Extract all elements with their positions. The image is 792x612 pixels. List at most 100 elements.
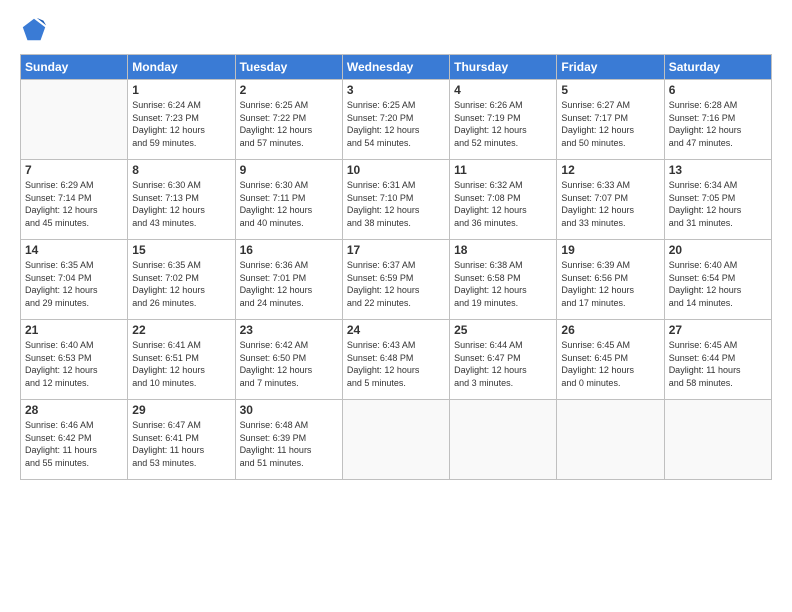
day-info: Sunrise: 6:27 AM Sunset: 7:17 PM Dayligh…: [561, 99, 659, 149]
day-number: 8: [132, 163, 230, 177]
day-number: 25: [454, 323, 552, 337]
day-info: Sunrise: 6:42 AM Sunset: 6:50 PM Dayligh…: [240, 339, 338, 389]
day-info: Sunrise: 6:35 AM Sunset: 7:02 PM Dayligh…: [132, 259, 230, 309]
day-info: Sunrise: 6:40 AM Sunset: 6:53 PM Dayligh…: [25, 339, 123, 389]
calendar-cell: 11 Sunrise: 6:32 AM Sunset: 7:08 PM Dayli…: [450, 160, 557, 240]
day-number: 24: [347, 323, 445, 337]
calendar-cell: 30 Sunrise: 6:48 AM Sunset: 6:39 PM Dayli…: [235, 400, 342, 480]
day-number: 27: [669, 323, 767, 337]
day-info: Sunrise: 6:46 AM Sunset: 6:42 PM Dayligh…: [25, 419, 123, 469]
day-number: 22: [132, 323, 230, 337]
day-info: Sunrise: 6:34 AM Sunset: 7:05 PM Dayligh…: [669, 179, 767, 229]
day-number: 11: [454, 163, 552, 177]
day-info: Sunrise: 6:37 AM Sunset: 6:59 PM Dayligh…: [347, 259, 445, 309]
day-number: 1: [132, 83, 230, 97]
calendar-cell: 18 Sunrise: 6:38 AM Sunset: 6:58 PM Dayli…: [450, 240, 557, 320]
day-info: Sunrise: 6:45 AM Sunset: 6:45 PM Dayligh…: [561, 339, 659, 389]
day-number: 3: [347, 83, 445, 97]
calendar-cell: 13 Sunrise: 6:34 AM Sunset: 7:05 PM Dayli…: [664, 160, 771, 240]
day-number: 20: [669, 243, 767, 257]
day-info: Sunrise: 6:44 AM Sunset: 6:47 PM Dayligh…: [454, 339, 552, 389]
day-number: 7: [25, 163, 123, 177]
day-info: Sunrise: 6:48 AM Sunset: 6:39 PM Dayligh…: [240, 419, 338, 469]
day-info: Sunrise: 6:30 AM Sunset: 7:11 PM Dayligh…: [240, 179, 338, 229]
day-number: 29: [132, 403, 230, 417]
day-number: 21: [25, 323, 123, 337]
day-number: 23: [240, 323, 338, 337]
calendar-header-friday: Friday: [557, 55, 664, 80]
day-number: 10: [347, 163, 445, 177]
day-number: 15: [132, 243, 230, 257]
calendar-cell: 29 Sunrise: 6:47 AM Sunset: 6:41 PM Dayli…: [128, 400, 235, 480]
calendar-cell: 4Sunrise: 6:26 AM Sunset: 7:19 PM Daylig…: [450, 80, 557, 160]
calendar-cell: 10Sunrise: 6:31 AM Sunset: 7:10 PM Dayli…: [342, 160, 449, 240]
calendar-cell: 5 Sunrise: 6:27 AM Sunset: 7:17 PM Daylig…: [557, 80, 664, 160]
calendar-header-thursday: Thursday: [450, 55, 557, 80]
calendar-cell: 25 Sunrise: 6:44 AM Sunset: 6:47 PM Dayli…: [450, 320, 557, 400]
calendar-cell: 19 Sunrise: 6:39 AM Sunset: 6:56 PM Dayli…: [557, 240, 664, 320]
calendar-cell: 28 Sunrise: 6:46 AM Sunset: 6:42 PM Dayli…: [21, 400, 128, 480]
calendar-cell: 1 Sunrise: 6:24 AM Sunset: 7:23 PM Daylig…: [128, 80, 235, 160]
day-info: Sunrise: 6:24 AM Sunset: 7:23 PM Dayligh…: [132, 99, 230, 149]
day-info: Sunrise: 6:39 AM Sunset: 6:56 PM Dayligh…: [561, 259, 659, 309]
day-info: Sunrise: 6:26 AM Sunset: 7:19 PM Dayligh…: [454, 99, 552, 149]
calendar-cell: 7 Sunrise: 6:29 AM Sunset: 7:14 PM Daylig…: [21, 160, 128, 240]
calendar-cell: 14Sunrise: 6:35 AM Sunset: 7:04 PM Dayli…: [21, 240, 128, 320]
day-number: 16: [240, 243, 338, 257]
calendar-cell: 9 Sunrise: 6:30 AM Sunset: 7:11 PM Daylig…: [235, 160, 342, 240]
day-info: Sunrise: 6:25 AM Sunset: 7:22 PM Dayligh…: [240, 99, 338, 149]
calendar-cell: 23 Sunrise: 6:42 AM Sunset: 6:50 PM Dayli…: [235, 320, 342, 400]
day-info: Sunrise: 6:43 AM Sunset: 6:48 PM Dayligh…: [347, 339, 445, 389]
day-info: Sunrise: 6:28 AM Sunset: 7:16 PM Dayligh…: [669, 99, 767, 149]
day-info: Sunrise: 6:30 AM Sunset: 7:13 PM Dayligh…: [132, 179, 230, 229]
day-number: 5: [561, 83, 659, 97]
logo: [20, 16, 52, 44]
calendar-cell: 15 Sunrise: 6:35 AM Sunset: 7:02 PM Dayli…: [128, 240, 235, 320]
day-number: 19: [561, 243, 659, 257]
calendar-cell: [342, 400, 449, 480]
calendar-cell: 27 Sunrise: 6:45 AM Sunset: 6:44 PM Dayli…: [664, 320, 771, 400]
day-info: Sunrise: 6:32 AM Sunset: 7:08 PM Dayligh…: [454, 179, 552, 229]
calendar-cell: [450, 400, 557, 480]
day-number: 12: [561, 163, 659, 177]
day-number: 17: [347, 243, 445, 257]
day-info: Sunrise: 6:45 AM Sunset: 6:44 PM Dayligh…: [669, 339, 767, 389]
day-info: Sunrise: 6:38 AM Sunset: 6:58 PM Dayligh…: [454, 259, 552, 309]
day-info: Sunrise: 6:41 AM Sunset: 6:51 PM Dayligh…: [132, 339, 230, 389]
calendar-cell: 17 Sunrise: 6:37 AM Sunset: 6:59 PM Dayli…: [342, 240, 449, 320]
day-number: 28: [25, 403, 123, 417]
calendar-header-monday: Monday: [128, 55, 235, 80]
calendar-header-tuesday: Tuesday: [235, 55, 342, 80]
day-number: 2: [240, 83, 338, 97]
day-number: 13: [669, 163, 767, 177]
calendar-cell: [21, 80, 128, 160]
calendar-cell: 8 Sunrise: 6:30 AM Sunset: 7:13 PM Daylig…: [128, 160, 235, 240]
day-number: 30: [240, 403, 338, 417]
calendar-cell: [557, 400, 664, 480]
calendar-table: SundayMondayTuesdayWednesdayThursdayFrid…: [20, 54, 772, 480]
day-info: Sunrise: 6:29 AM Sunset: 7:14 PM Dayligh…: [25, 179, 123, 229]
calendar-cell: 21 Sunrise: 6:40 AM Sunset: 6:53 PM Dayli…: [21, 320, 128, 400]
calendar-cell: 24 Sunrise: 6:43 AM Sunset: 6:48 PM Dayli…: [342, 320, 449, 400]
calendar-cell: 16 Sunrise: 6:36 AM Sunset: 7:01 PM Dayli…: [235, 240, 342, 320]
calendar-cell: 2 Sunrise: 6:25 AM Sunset: 7:22 PM Daylig…: [235, 80, 342, 160]
day-info: Sunrise: 6:33 AM Sunset: 7:07 PM Dayligh…: [561, 179, 659, 229]
day-number: 6: [669, 83, 767, 97]
day-info: Sunrise: 6:36 AM Sunset: 7:01 PM Dayligh…: [240, 259, 338, 309]
day-number: 9: [240, 163, 338, 177]
day-info: Sunrise: 6:25 AM Sunset: 7:20 PM Dayligh…: [347, 99, 445, 149]
day-number: 26: [561, 323, 659, 337]
calendar-header-sunday: Sunday: [21, 55, 128, 80]
calendar-cell: 12 Sunrise: 6:33 AM Sunset: 7:07 PM Dayli…: [557, 160, 664, 240]
day-number: 14: [25, 243, 123, 257]
calendar-cell: 3 Sunrise: 6:25 AM Sunset: 7:20 PM Daylig…: [342, 80, 449, 160]
logo-icon: [20, 16, 48, 44]
day-info: Sunrise: 6:47 AM Sunset: 6:41 PM Dayligh…: [132, 419, 230, 469]
calendar-cell: 6 Sunrise: 6:28 AM Sunset: 7:16 PM Daylig…: [664, 80, 771, 160]
calendar-header-wednesday: Wednesday: [342, 55, 449, 80]
calendar-cell: 26 Sunrise: 6:45 AM Sunset: 6:45 PM Dayli…: [557, 320, 664, 400]
day-info: Sunrise: 6:40 AM Sunset: 6:54 PM Dayligh…: [669, 259, 767, 309]
calendar-header-saturday: Saturday: [664, 55, 771, 80]
calendar-cell: 22 Sunrise: 6:41 AM Sunset: 6:51 PM Dayli…: [128, 320, 235, 400]
day-number: 18: [454, 243, 552, 257]
